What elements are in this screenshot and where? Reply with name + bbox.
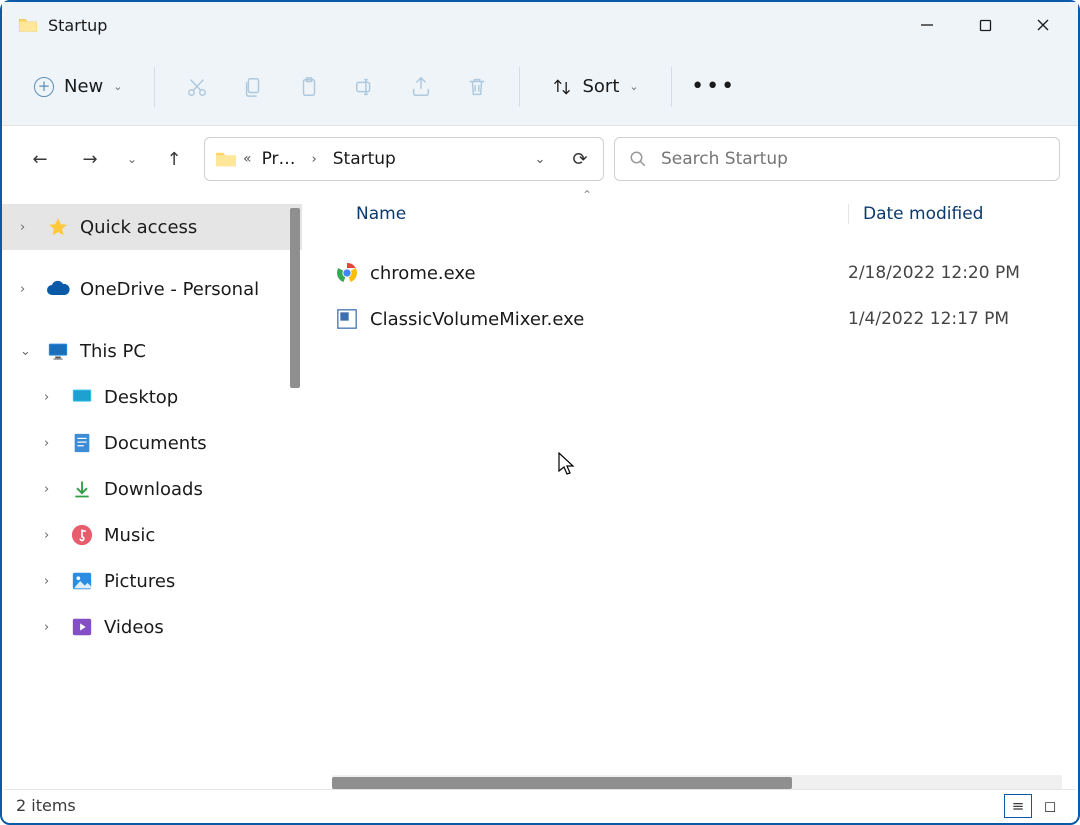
address-dropdown[interactable]: ⌄ — [523, 152, 557, 167]
chevron-down-icon: ⌄ — [113, 80, 122, 93]
body: › Quick access › OneDrive - Personal ⌄ T… — [2, 192, 1078, 793]
sidebar-label: OneDrive - Personal — [80, 279, 259, 300]
sidebar: › Quick access › OneDrive - Personal ⌄ T… — [2, 192, 302, 793]
status-bar: 2 items ≡ ◻ — [4, 789, 1076, 821]
minimize-button[interactable] — [898, 2, 956, 48]
titlebar: Startup — [2, 2, 1078, 48]
rename-button[interactable] — [341, 63, 389, 111]
address-bar[interactable]: « Pr… › Startup ⌄ ⟳ — [204, 137, 604, 181]
toolbar: + New ⌄ Sort ⌄ ••• — [2, 48, 1078, 126]
file-date: 2/18/2022 12:20 PM — [848, 263, 1078, 283]
sidebar-item-videos[interactable]: › Videos — [2, 604, 302, 650]
chrome-icon — [332, 262, 362, 284]
sidebar-item-documents[interactable]: › Documents — [2, 420, 302, 466]
separator — [519, 67, 520, 107]
sidebar-item-pictures[interactable]: › Pictures — [2, 558, 302, 604]
monitor-icon — [46, 339, 70, 363]
nav-row: ← → ⌄ ↑ « Pr… › Startup ⌄ ⟳ — [2, 126, 1078, 192]
chevron-right-icon: › — [44, 390, 60, 405]
pictures-icon — [70, 569, 94, 593]
search-input[interactable] — [661, 149, 1045, 169]
sort-button[interactable]: Sort ⌄ — [538, 65, 652, 109]
file-list: ⌃ Name Date modified chrome.exe 2/18/202… — [302, 192, 1078, 793]
sidebar-label: Music — [104, 525, 155, 546]
sidebar-item-desktop[interactable]: › Desktop — [2, 374, 302, 420]
search-bar[interactable] — [614, 137, 1060, 181]
breadcrumb-parent[interactable]: Pr… — [258, 149, 300, 169]
file-date: 1/4/2022 12:17 PM — [848, 309, 1078, 329]
folder-icon — [18, 17, 38, 33]
chevron-right-icon: › — [44, 528, 60, 543]
delete-button[interactable] — [453, 63, 501, 111]
details-view-button[interactable]: ≡ — [1004, 794, 1032, 818]
chevron-down-icon: ⌄ — [629, 80, 638, 93]
icons-view-button[interactable]: ◻ — [1036, 794, 1064, 818]
copy-button[interactable] — [229, 63, 277, 111]
refresh-button[interactable]: ⟳ — [563, 149, 597, 170]
sidebar-label: Quick access — [80, 217, 197, 238]
search-icon — [629, 150, 647, 168]
chevron-right-icon: › — [20, 282, 36, 297]
documents-icon — [70, 431, 94, 455]
more-button[interactable]: ••• — [690, 63, 738, 111]
separator — [154, 67, 155, 107]
star-icon — [46, 215, 70, 239]
share-button[interactable] — [397, 63, 445, 111]
sidebar-item-music[interactable]: › Music — [2, 512, 302, 558]
sidebar-item-downloads[interactable]: › Downloads — [2, 466, 302, 512]
sidebar-label: Downloads — [104, 479, 203, 500]
column-name[interactable]: Name — [332, 204, 848, 224]
sidebar-label: Pictures — [104, 571, 175, 592]
chevron-right-icon: › — [44, 482, 60, 497]
cloud-icon — [46, 277, 70, 301]
column-date[interactable]: Date modified — [848, 204, 1078, 224]
sidebar-item-onedrive[interactable]: › OneDrive - Personal — [2, 266, 302, 312]
videos-icon — [70, 615, 94, 639]
new-button[interactable]: + New ⌄ — [20, 65, 136, 109]
desktop-icon — [70, 385, 94, 409]
chevron-right-icon[interactable]: › — [306, 152, 323, 167]
chevron-down-icon: ⌄ — [20, 344, 36, 359]
file-name: ClassicVolumeMixer.exe — [370, 309, 848, 330]
close-button[interactable] — [1014, 2, 1072, 48]
sidebar-label: Desktop — [104, 387, 178, 408]
chevron-right-icon: › — [20, 220, 36, 235]
item-count: 2 items — [16, 796, 76, 815]
separator — [671, 67, 672, 107]
sidebar-label: This PC — [80, 341, 146, 362]
forward-button[interactable]: → — [70, 139, 110, 179]
sidebar-label: Videos — [104, 617, 164, 638]
maximize-button[interactable] — [956, 2, 1014, 48]
back-button[interactable]: ← — [20, 139, 60, 179]
chevron-right-icon: › — [44, 620, 60, 635]
music-icon — [70, 523, 94, 547]
sidebar-item-quick-access[interactable]: › Quick access — [2, 204, 302, 250]
new-label: New — [64, 76, 103, 97]
breadcrumb-overflow[interactable]: « — [243, 151, 252, 167]
paste-button[interactable] — [285, 63, 333, 111]
chevron-right-icon: › — [44, 436, 60, 451]
up-button[interactable]: ↑ — [154, 139, 194, 179]
recent-locations-button[interactable]: ⌄ — [120, 139, 144, 179]
sort-label: Sort — [582, 76, 619, 97]
cut-button[interactable] — [173, 63, 221, 111]
sort-icon — [552, 77, 572, 97]
file-name: chrome.exe — [370, 263, 848, 284]
file-row[interactable]: ClassicVolumeMixer.exe 1/4/2022 12:17 PM — [332, 296, 1078, 342]
sidebar-label: Documents — [104, 433, 207, 454]
column-headers: ⌃ Name Date modified — [332, 192, 1078, 236]
file-row[interactable]: chrome.exe 2/18/2022 12:20 PM — [332, 250, 1078, 296]
downloads-icon — [70, 477, 94, 501]
sidebar-scrollbar[interactable] — [290, 208, 300, 388]
sort-indicator-icon: ⌃ — [582, 188, 592, 202]
plus-icon: + — [34, 77, 54, 97]
chevron-right-icon: › — [44, 574, 60, 589]
breadcrumb-current[interactable]: Startup — [329, 149, 400, 169]
app-icon — [332, 309, 362, 329]
window-title: Startup — [48, 16, 898, 35]
sidebar-item-this-pc[interactable]: ⌄ This PC — [2, 328, 302, 374]
folder-icon — [215, 150, 237, 168]
